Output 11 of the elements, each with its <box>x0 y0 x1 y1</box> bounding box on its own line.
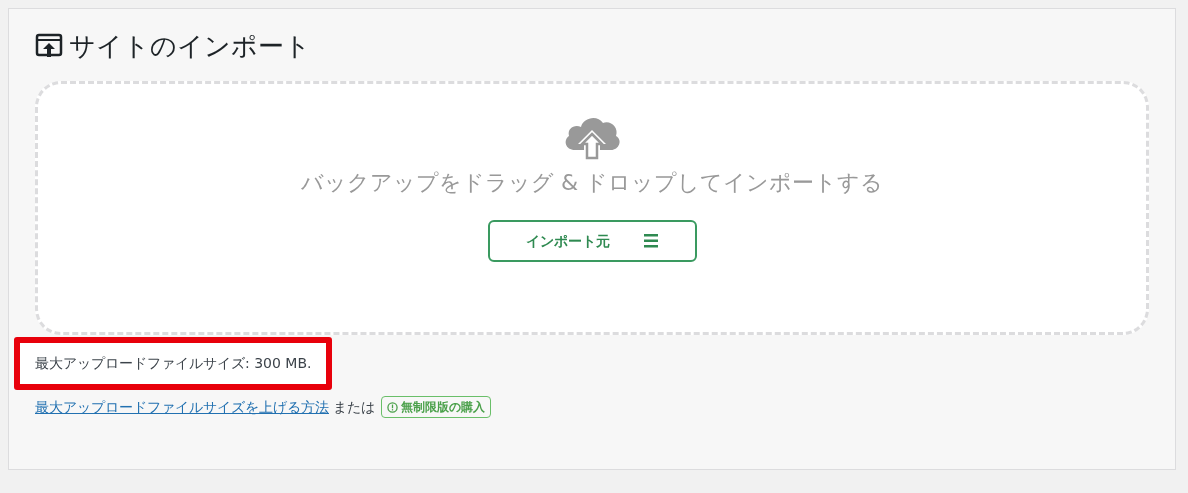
drop-message: バックアップをドラッグ & ドロップしてインポートする <box>300 172 884 194</box>
max-size-text: 最大アップロードファイルサイズ: 300 MB. <box>35 354 312 373</box>
help-link[interactable]: 最大アップロードファイルサイズを上げる方法 <box>35 396 329 418</box>
import-from-button[interactable]: インポート元 <box>487 220 697 262</box>
alert-icon <box>387 401 398 413</box>
menu-icon <box>644 234 658 248</box>
drop-zone[interactable]: バックアップをドラッグ & ドロップしてインポートする インポート元 <box>35 81 1149 335</box>
purchase-badge[interactable]: 無制限版の購入 <box>381 396 491 418</box>
import-icon <box>35 33 63 59</box>
panel-title: サイトのインポート <box>69 33 311 59</box>
separator-text: または <box>333 397 375 417</box>
